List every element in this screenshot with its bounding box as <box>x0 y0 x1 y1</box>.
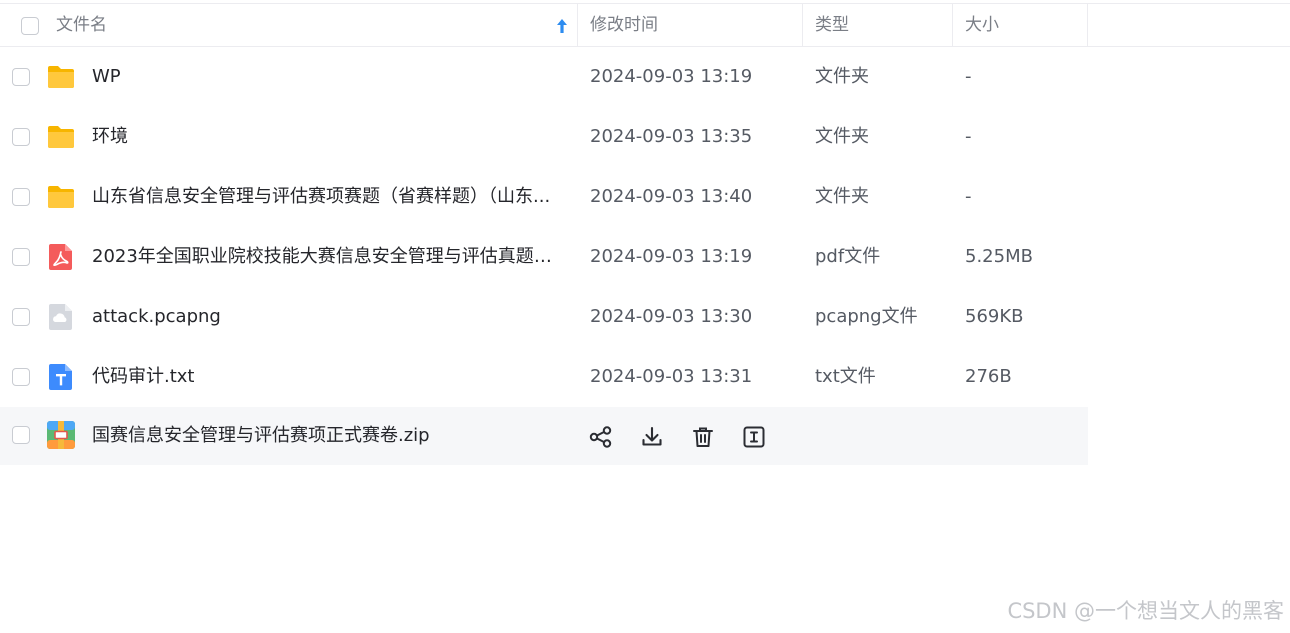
file-name[interactable]: 山东省信息安全管理与评估赛项赛题（省赛样题）（山东... <box>92 167 562 227</box>
header-divider <box>577 4 578 47</box>
row-checkbox[interactable] <box>12 426 30 444</box>
file-mtime: 2024-09-03 13:19 <box>590 66 753 87</box>
pdf-icon <box>49 244 72 270</box>
header-mtime[interactable]: 修改时间 <box>590 4 658 47</box>
table-row-hovered[interactable]: 国赛信息安全管理与评估赛项正式赛卷.zip <box>0 407 1290 467</box>
share-icon[interactable] <box>588 424 614 450</box>
txt-icon <box>49 364 72 390</box>
table-row[interactable]: attack.pcapng 2024-09-03 13:30 pcapng文件 … <box>0 287 1290 347</box>
file-name[interactable]: 国赛信息安全管理与评估赛项正式赛卷.zip <box>92 407 562 465</box>
file-mtime: 2024-09-03 13:40 <box>590 186 753 207</box>
header-divider <box>1087 4 1088 47</box>
watermark: CSDN @一个想当文人的黑客 <box>1007 599 1284 623</box>
file-type: pcapng文件 <box>815 306 918 327</box>
file-size: - <box>965 66 972 87</box>
header-divider <box>952 4 953 47</box>
row-checkbox[interactable] <box>12 128 30 146</box>
row-checkbox[interactable] <box>12 308 30 326</box>
file-name[interactable]: attack.pcapng <box>92 287 562 347</box>
zip-icon <box>47 421 75 449</box>
file-size: 5.25MB <box>965 246 1033 267</box>
file-name[interactable]: WP <box>92 47 562 107</box>
file-name[interactable]: 环境 <box>92 107 562 167</box>
file-type: txt文件 <box>815 366 876 387</box>
delete-icon[interactable] <box>690 424 716 450</box>
table-row[interactable]: 代码审计.txt 2024-09-03 13:31 txt文件 276B <box>0 347 1290 407</box>
table-header: 文件名 修改时间 类型 大小 <box>0 3 1290 47</box>
rename-icon[interactable] <box>741 424 767 450</box>
file-type: 文件夹 <box>815 66 869 87</box>
folder-icon <box>48 186 74 208</box>
file-mtime: 2024-09-03 13:30 <box>590 306 753 327</box>
header-type[interactable]: 类型 <box>815 4 849 47</box>
header-name[interactable]: 文件名 <box>56 4 107 47</box>
table-row[interactable]: WP 2024-09-03 13:19 文件夹 - <box>0 47 1290 107</box>
row-checkbox[interactable] <box>12 68 30 86</box>
file-mtime: 2024-09-03 13:35 <box>590 126 753 147</box>
file-name[interactable]: 2023年全国职业院校技能大赛信息安全管理与评估真题+... <box>92 227 562 287</box>
file-table: 文件名 修改时间 类型 大小 WP 2024-09-03 13:19 文件夹 -… <box>0 3 1290 467</box>
file-size: - <box>965 186 972 207</box>
file-type: 文件夹 <box>815 126 869 147</box>
file-mtime: 2024-09-03 13:19 <box>590 246 753 267</box>
row-checkbox[interactable] <box>12 248 30 266</box>
row-checkbox[interactable] <box>12 368 30 386</box>
select-all-checkbox[interactable] <box>21 17 39 35</box>
header-size[interactable]: 大小 <box>965 4 999 47</box>
file-name[interactable]: 代码审计.txt <box>92 347 562 407</box>
folder-icon <box>48 66 74 88</box>
file-size: - <box>965 126 972 147</box>
row-checkbox[interactable] <box>12 188 30 206</box>
sort-ascending-icon[interactable] <box>555 17 569 35</box>
header-divider <box>802 4 803 47</box>
download-icon[interactable] <box>639 424 665 450</box>
file-type: pdf文件 <box>815 246 881 267</box>
file-size: 276B <box>965 366 1012 387</box>
file-mtime: 2024-09-03 13:31 <box>590 366 753 387</box>
file-size: 569KB <box>965 306 1024 327</box>
generic-file-icon <box>49 304 72 330</box>
table-row[interactable]: 山东省信息安全管理与评估赛项赛题（省赛样题）（山东... 2024-09-03 … <box>0 167 1290 227</box>
folder-icon <box>48 126 74 148</box>
table-row[interactable]: 2023年全国职业院校技能大赛信息安全管理与评估真题+... 2024-09-0… <box>0 227 1290 287</box>
table-row[interactable]: 环境 2024-09-03 13:35 文件夹 - <box>0 107 1290 167</box>
file-type: 文件夹 <box>815 186 869 207</box>
